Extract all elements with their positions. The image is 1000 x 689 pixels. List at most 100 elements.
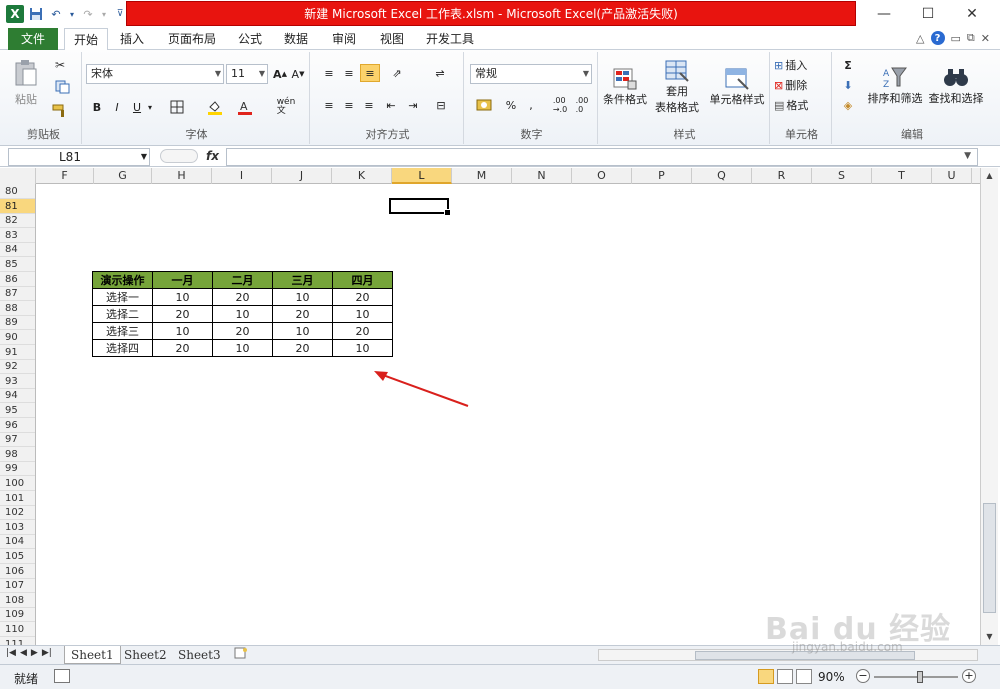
align-middle-icon[interactable]: ≡ — [340, 64, 358, 82]
row-header-101[interactable]: 101 — [0, 491, 35, 506]
row-header-102[interactable]: 102 — [0, 505, 35, 521]
column-header-q[interactable]: Q — [692, 168, 752, 184]
header-cell[interactable]: 二月 — [212, 271, 273, 289]
vertical-scrollbar[interactable]: ▲ ▼ — [980, 168, 998, 645]
redo-dropdown-icon[interactable]: ▾ — [100, 6, 108, 22]
table-cell[interactable]: 选择四 — [92, 339, 153, 357]
table-cell[interactable]: 10 — [212, 305, 273, 323]
row-header-107[interactable]: 107 — [0, 578, 35, 594]
tab-data[interactable]: 数据 — [278, 28, 314, 50]
sort-filter-button[interactable]: AZ 排序和筛选 — [866, 56, 924, 116]
macro-record-icon[interactable] — [54, 669, 70, 683]
tab-view[interactable]: 视图 — [374, 28, 410, 50]
new-sheet-icon[interactable] — [228, 646, 254, 664]
prev-sheet-icon[interactable]: ◀ — [20, 648, 27, 658]
format-cells-button[interactable]: ▤ 格式 — [774, 96, 830, 114]
sheet-tab-sheet2[interactable]: Sheet2 — [118, 646, 173, 664]
row-header-103[interactable]: 103 — [0, 520, 35, 535]
scroll-down-icon[interactable]: ▼ — [981, 629, 998, 645]
undo-icon[interactable]: ↶ — [48, 6, 64, 22]
table-cell[interactable]: 10 — [212, 339, 273, 357]
align-right-icon[interactable]: ≡ — [360, 96, 378, 114]
tab-review[interactable]: 审阅 — [326, 28, 362, 50]
insert-cells-button[interactable]: ⊞ 插入 — [774, 56, 830, 74]
delete-cells-button[interactable]: ⊠ 删除 — [774, 76, 830, 94]
table-cell[interactable]: 20 — [152, 305, 213, 323]
tab-formulas[interactable]: 公式 — [232, 28, 268, 50]
align-center-icon[interactable]: ≡ — [340, 96, 358, 114]
row-header-100[interactable]: 100 — [0, 476, 35, 491]
table-cell[interactable]: 20 — [212, 322, 273, 340]
table-cell[interactable]: 10 — [272, 288, 333, 306]
row-header-99[interactable]: 99 — [0, 461, 35, 477]
orientation-icon[interactable]: ⇗ — [386, 64, 408, 82]
name-box[interactable]: L81 ▼ — [8, 148, 150, 166]
format-as-table-button[interactable]: 套用 表格格式 — [650, 56, 704, 118]
doc-minimize-icon[interactable]: ▭ — [951, 32, 961, 45]
copy-icon[interactable] — [50, 78, 76, 96]
header-cell[interactable]: 四月 — [332, 271, 393, 289]
row-header-94[interactable]: 94 — [0, 388, 35, 404]
excel-logo-icon[interactable]: X — [6, 5, 24, 23]
row-header-93[interactable]: 93 — [0, 374, 35, 389]
table-cell[interactable]: 10 — [152, 322, 213, 340]
formula-input[interactable]: ▼ — [226, 148, 978, 166]
shrink-font-icon[interactable]: A ▼ — [290, 64, 306, 84]
zoom-slider[interactable] — [874, 671, 958, 683]
table-cell[interactable]: 10 — [272, 322, 333, 340]
first-sheet-icon[interactable]: |◀ — [6, 648, 16, 658]
merge-center-icon[interactable]: ⊟ — [430, 96, 452, 114]
row-header-108[interactable]: 108 — [0, 593, 35, 608]
table-cell[interactable]: 20 — [152, 339, 213, 357]
column-header-u[interactable]: U — [932, 168, 972, 184]
row-header-91[interactable]: 91 — [0, 345, 35, 360]
zoom-out-button[interactable]: − — [856, 669, 870, 683]
doc-close-icon[interactable]: ✕ — [981, 32, 990, 45]
conditional-format-button[interactable]: 条件格式 — [602, 56, 648, 118]
decrease-indent-icon[interactable]: ⇤ — [382, 96, 400, 114]
clear-icon[interactable]: ◈ — [838, 96, 858, 114]
minimize-button[interactable]: — — [862, 2, 906, 26]
table-cell[interactable]: 10 — [332, 305, 393, 323]
table-cell[interactable]: 20 — [212, 288, 273, 306]
table-cell[interactable]: 20 — [332, 322, 393, 340]
number-format-select[interactable]: 常规 ▼ — [470, 64, 592, 84]
column-header-h[interactable]: H — [152, 168, 212, 184]
row-header-110[interactable]: 110 — [0, 622, 35, 637]
border-icon[interactable] — [166, 98, 188, 116]
column-header-p[interactable]: P — [632, 168, 692, 184]
row-header-81[interactable]: 81 — [0, 198, 35, 214]
align-bottom-icon[interactable]: ≡ — [360, 64, 380, 82]
decrease-decimal-button[interactable]: .00 .0 — [572, 94, 592, 116]
table-cell[interactable]: 10 — [152, 288, 213, 306]
row-header-109[interactable]: 109 — [0, 607, 35, 623]
column-header-r[interactable]: R — [752, 168, 812, 184]
zoom-in-button[interactable]: + — [962, 669, 976, 683]
tab-insert[interactable]: 插入 — [112, 28, 152, 50]
column-header-s[interactable]: S — [812, 168, 872, 184]
insert-function-button[interactable]: fx — [206, 149, 219, 163]
tab-file[interactable]: 文件 — [8, 28, 58, 50]
scroll-up-icon[interactable]: ▲ — [981, 168, 998, 184]
autosum-button[interactable]: Σ — [838, 56, 858, 74]
table-cell[interactable]: 20 — [272, 339, 333, 357]
row-header-96[interactable]: 96 — [0, 418, 35, 433]
active-cell-cursor[interactable] — [389, 198, 451, 216]
row-header-106[interactable]: 106 — [0, 564, 35, 579]
row-header-87[interactable]: 87 — [0, 286, 35, 302]
page-layout-view-icon[interactable] — [777, 669, 793, 684]
help-icon[interactable]: ? — [930, 31, 945, 45]
column-header-g[interactable]: G — [94, 168, 152, 184]
column-header-j[interactable]: J — [272, 168, 332, 184]
row-header-82[interactable]: 82 — [0, 213, 35, 229]
zoom-slider-thumb[interactable] — [917, 671, 924, 683]
doc-restore-icon[interactable]: ⧉ — [967, 31, 975, 45]
align-left-icon[interactable]: ≡ — [320, 96, 338, 114]
increase-indent-icon[interactable]: ⇥ — [404, 96, 422, 114]
column-header-m[interactable]: M — [452, 168, 512, 184]
column-header-i[interactable]: I — [212, 168, 272, 184]
font-color-icon[interactable]: A — [234, 98, 256, 116]
row-header-98[interactable]: 98 — [0, 447, 35, 462]
font-size-select[interactable]: 11 ▼ — [226, 64, 268, 84]
formula-bar-expand-handle[interactable] — [160, 149, 198, 163]
